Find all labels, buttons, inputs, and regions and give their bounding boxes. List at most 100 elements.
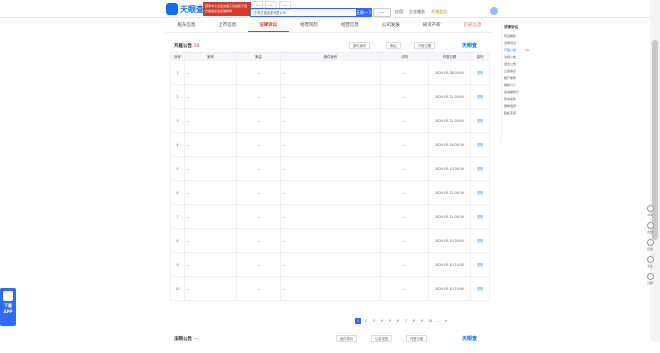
filter-date-dropdown[interactable]: 开庭日期 [414,42,436,49]
right-nav-item[interactable]: 终本案件 [502,95,531,102]
table-row: 1— — — —2024-05-28 09:00 详情 [170,60,490,85]
case-parties: — [280,252,381,277]
header-links: 应用 企业服务 开通会员 [395,9,447,15]
col-header: 开庭日期 [428,52,471,61]
app-icon [646,205,654,212]
filter-cause-dropdown[interactable]: 案由 [386,42,401,49]
right-nav-item[interactable]: 法律诉讼 [502,39,531,46]
row-number: 5 [170,156,185,181]
detail-link[interactable]: 详情 [470,252,490,277]
table-row: 8— — — —2024-05-10 09:00 详情 [170,228,490,253]
case-number-link[interactable]: — [184,204,237,229]
floating-tools: APP 在线反馈关注顶部 [643,205,657,285]
case-number-link[interactable]: — [184,180,237,205]
app-link[interactable]: 应用 [395,9,403,15]
filter-role-dropdown[interactable]: 案件身份 [336,335,358,342]
case-number-link[interactable]: — [184,276,237,301]
detail-link[interactable]: 详情 [470,108,490,133]
col-header: 案号 [184,52,237,61]
hearing-date: 2024-05-10 14:00 [428,252,471,277]
scrollbar[interactable] [650,0,660,342]
search-input[interactable]: 东莞日通速递有限公司 [250,8,357,17]
page-button[interactable]: 6 [395,318,401,324]
right-nav-item[interactable]: 司法解析 [502,32,531,39]
tab-history[interactable]: 历史信息 [452,19,493,32]
detail-link[interactable]: 详情 [470,204,490,229]
detail-link[interactable]: 详情 [470,132,490,157]
tab-development[interactable]: 公司发展 [370,19,411,32]
page-button[interactable]: 1 [355,318,361,324]
search-button[interactable]: 天眼一下 [356,8,372,17]
hearing-date: 2024-05-13 09:30 [428,156,471,181]
court-announcement-panel: 法院公告 — — 案件身份 公告类型 刊登日期 天眼查 [166,333,493,353]
right-nav-item[interactable]: 限制消费 [502,102,531,109]
col-header: 操作 [470,52,490,61]
detail-link[interactable]: 详情 [470,60,490,85]
right-nav-item[interactable]: 立案信息 [502,67,531,74]
hearing-date: 2024-05-21 09:00 [428,84,471,109]
tab-litigation[interactable]: 法律诉讼 [247,19,289,32]
case-parties: — [280,276,381,301]
right-nav-item[interactable]: 失信被执行 [502,88,531,95]
right-nav-item[interactable]: 送达公告 [502,60,531,67]
right-nav-item[interactable]: 股权冻结 [502,109,531,116]
detail-link[interactable]: 详情 [470,228,490,253]
case-cause: — [236,60,281,85]
tab-operation-risk[interactable]: 经营风险 [289,19,330,32]
page-button[interactable]: 9 [419,318,425,324]
tab-ip[interactable]: 知识产权 [411,19,452,32]
filter-role-dropdown[interactable]: 案件身份 [349,42,371,49]
court-name: — [380,252,429,277]
detail-link[interactable]: 详情 [470,156,490,181]
table-row: 2— — — —2024-05-21 09:00 详情 [170,84,490,109]
page-button[interactable]: 10 [427,318,433,324]
right-nav-item[interactable]: 被执行人 [502,81,531,88]
case-number-link[interactable]: — [184,252,237,277]
download-app-tile[interactable]: 下载 APP [0,288,16,326]
page-button[interactable]: 5 [387,318,393,324]
tool-label: 在线 [647,230,653,234]
promo-banner[interactable]: 国家中小企业发展子基金旗下官方备案企业征信机构 [203,2,251,16]
avatar[interactable] [490,7,498,15]
page-button[interactable]: 8 [411,318,417,324]
tool-label: 关注 [647,264,653,268]
filter-date-dropdown[interactable]: 刊登日期 [406,335,428,342]
page-button[interactable]: 4 [379,318,385,324]
panel-title-text: 法院公告 [174,337,192,342]
enterprise-service-link[interactable]: 企业服务 [409,9,425,15]
case-number-link[interactable]: — [184,228,237,253]
page-button[interactable]: 3 [371,318,377,324]
detail-link[interactable]: 详情 [470,180,490,205]
panel-note: — [198,337,202,341]
right-nav-label: 终本案件 [504,96,517,101]
case-cause: — [236,84,281,109]
tab-shareholders[interactable]: 股东信息 [166,19,207,32]
case-cause: — [236,252,281,277]
case-number-link[interactable]: — [184,60,237,85]
tool-button[interactable]: 顶部 [646,273,654,285]
tool-button[interactable]: APP [646,205,654,217]
tool-button[interactable]: 在线 [646,222,654,234]
tab-listing[interactable]: 上市信息 [207,19,248,32]
vip-link[interactable]: 开通会员 [431,9,447,15]
case-number-link[interactable]: — [184,156,237,181]
tool-button[interactable]: 关注 [646,256,654,268]
page-button[interactable]: 2 [363,318,369,324]
page-button[interactable]: ... [435,318,441,324]
case-number-link[interactable]: — [184,84,237,109]
filter-type-dropdown[interactable]: 公告类型 [371,335,393,342]
tool-button[interactable]: 反馈 [646,239,654,251]
right-nav-item[interactable]: 破产重整 [502,74,531,81]
site-logo[interactable]: 天眼查 [166,3,204,15]
page-button[interactable]: > [443,318,449,324]
case-cause: — [236,156,281,181]
secondary-button[interactable]: — [373,8,391,17]
detail-link[interactable]: 详情 [470,84,490,109]
page-button[interactable]: 7 [403,318,409,324]
detail-link[interactable]: 详情 [470,276,490,301]
right-nav-item[interactable]: 开庭公告 10 [502,46,531,53]
tab-operation-info[interactable]: 经营信息 [330,19,371,32]
right-nav-item[interactable]: 法院公告 [502,53,531,60]
case-number-link[interactable]: — [184,108,237,133]
case-number-link[interactable]: — [184,132,237,157]
